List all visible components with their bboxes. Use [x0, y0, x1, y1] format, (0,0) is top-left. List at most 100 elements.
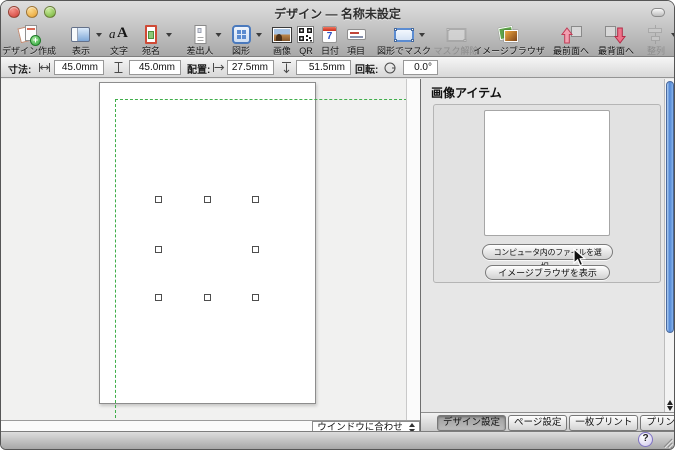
chevron-down-icon [215, 33, 221, 37]
toolbar-item-label: 文字 [107, 46, 131, 56]
toolbar-item-recipient[interactable]: 宛名 [139, 23, 163, 56]
sender-card-icon [188, 23, 212, 46]
tab-print[interactable]: プリント [640, 415, 675, 431]
chevron-down-icon [419, 33, 425, 37]
image-icon [270, 23, 294, 46]
view-icon [69, 23, 93, 46]
height-input[interactable] [129, 60, 181, 75]
chevron-down-icon [671, 33, 675, 37]
toolbar-item-label: 宛名 [139, 46, 163, 56]
show-image-browser-button[interactable]: イメージブラウザを表示 [485, 265, 610, 280]
toolbar-item-align[interactable]: 整列 [644, 23, 668, 56]
toolbar-item-label: 最背面へ [598, 46, 634, 56]
toolbar-item-send-to-back[interactable]: 最背面へ [598, 23, 634, 56]
y-position-icon [280, 61, 293, 74]
toolbar-item-label: デザイン作成 [2, 46, 56, 56]
tab-page-settings[interactable]: ページ設定 [508, 415, 567, 431]
size-label: 寸法: [8, 61, 31, 76]
toolbar-item-image-browser[interactable]: イメージブラウザ [473, 23, 545, 56]
toolbar-item-label: 図形でマスク [377, 46, 431, 56]
width-icon [38, 61, 51, 74]
panel-scrollbar[interactable] [664, 79, 675, 413]
field-icon [344, 23, 368, 46]
align-icon [644, 23, 668, 46]
dimension-bar: 寸法: 配置: 回転: [1, 57, 674, 78]
app-window: デザイン — 名称未設定 + デザイン作成 [0, 0, 675, 450]
toolbar-item-date[interactable]: 7 日付 [318, 23, 342, 56]
tab-single-print[interactable]: 一枚プリント [569, 415, 638, 431]
calendar-icon: 7 [318, 23, 342, 46]
window-title: デザイン — 名称未設定 [1, 5, 674, 22]
send-to-back-icon [604, 23, 628, 46]
toolbar-item-view[interactable]: 表示 [69, 23, 93, 56]
document-page[interactable] [99, 82, 316, 404]
mouse-cursor [573, 248, 586, 267]
scroll-up-arrow-icon[interactable] [667, 400, 673, 405]
toolbar-item-label: 整列 [644, 46, 668, 56]
image-item-groupbox: コンピュータ内のファイルを選択... イメージブラウザを表示 [433, 104, 661, 283]
create-design-icon: + [17, 23, 41, 46]
bring-to-front-icon [559, 23, 583, 46]
margin-guide-vertical [115, 99, 116, 418]
y-position-input[interactable] [296, 60, 351, 75]
titlebar[interactable]: デザイン — 名称未設定 [1, 1, 674, 23]
chevron-down-icon [96, 33, 102, 37]
toolbar-item-image[interactable]: 画像 [270, 23, 294, 56]
toolbar-item-label: 項目 [344, 46, 368, 56]
unmask-icon [444, 23, 468, 46]
toolbar-item-label: マスク解除 [433, 46, 478, 56]
toolbar-item-shape[interactable]: 図形 [229, 23, 253, 56]
selection-handle-sw[interactable] [155, 294, 162, 301]
x-position-icon [212, 61, 225, 74]
height-icon [112, 61, 125, 74]
qr-code-icon [294, 23, 318, 46]
toolbar-item-label: 最前面へ [553, 46, 589, 56]
text-icon: a A [107, 23, 131, 46]
rotation-input[interactable] [403, 60, 438, 75]
resize-grip[interactable] [662, 437, 673, 448]
toolbar-item-label: 画像 [270, 46, 294, 56]
selection-handle-s[interactable] [204, 294, 211, 301]
choose-file-button[interactable]: コンピュータ内のファイルを選択... [482, 244, 613, 260]
selection-handle-ne[interactable] [252, 196, 259, 203]
toolbar-item-label: 表示 [69, 46, 93, 56]
toolbar-item-mask-with-shape[interactable]: 図形でマスク [377, 23, 431, 56]
toolbar-item-label: 図形 [229, 46, 253, 56]
toolbar: + デザイン作成 表示 a A 文字 [1, 23, 674, 57]
canvas-vertical-scrollbar[interactable] [406, 79, 420, 420]
toolbar-item-unmask[interactable]: マスク解除 [433, 23, 478, 56]
selection-handle-n[interactable] [204, 196, 211, 203]
toolbar-item-text[interactable]: a A 文字 [107, 23, 131, 56]
rotation-label: 回転: [355, 61, 378, 76]
chevron-down-icon [256, 33, 262, 37]
selection-handle-se[interactable] [252, 294, 259, 301]
toolbar-item-label: 日付 [318, 46, 342, 56]
selection-handle-nw[interactable] [155, 196, 162, 203]
inspector-title: 画像アイテム [431, 84, 502, 101]
selection-handle-w[interactable] [155, 246, 162, 253]
tab-design-settings[interactable]: デザイン設定 [437, 415, 506, 431]
help-button[interactable]: ? [638, 432, 653, 447]
chevron-down-icon [166, 33, 172, 37]
toolbar-item-create-design[interactable]: + デザイン作成 [2, 23, 56, 56]
width-input[interactable] [54, 60, 104, 75]
scroll-down-arrow-icon[interactable] [667, 406, 673, 411]
toolbar-item-label: QR [294, 46, 318, 56]
image-browser-icon [497, 23, 521, 46]
toolbar-item-field[interactable]: 項目 [344, 23, 368, 56]
selection-handle-e[interactable] [252, 246, 259, 253]
inspector-panel: 画像アイテム コンピュータ内のファイルを選択... イメージブラウザを表示 デザ… [421, 79, 675, 433]
recipient-card-icon [139, 23, 163, 46]
panel-scrollbar-thumb[interactable] [666, 81, 674, 333]
shape-icon [229, 23, 253, 46]
toolbar-item-qr[interactable]: QR [294, 23, 318, 56]
toolbar-item-bring-to-front[interactable]: 最前面へ [553, 23, 589, 56]
toolbar-toggle-button[interactable] [651, 8, 665, 17]
x-position-input[interactable] [227, 60, 274, 75]
inspector-tabbar: デザイン設定 ページ設定 一枚プリント プリント [421, 413, 675, 433]
toolbar-item-sender[interactable]: 差出人 [186, 23, 213, 56]
design-canvas[interactable]: ウインドウに合わせる [1, 79, 420, 433]
mask-with-shape-icon [392, 23, 416, 46]
rotation-icon [383, 61, 397, 75]
image-preview-well[interactable] [484, 110, 610, 236]
